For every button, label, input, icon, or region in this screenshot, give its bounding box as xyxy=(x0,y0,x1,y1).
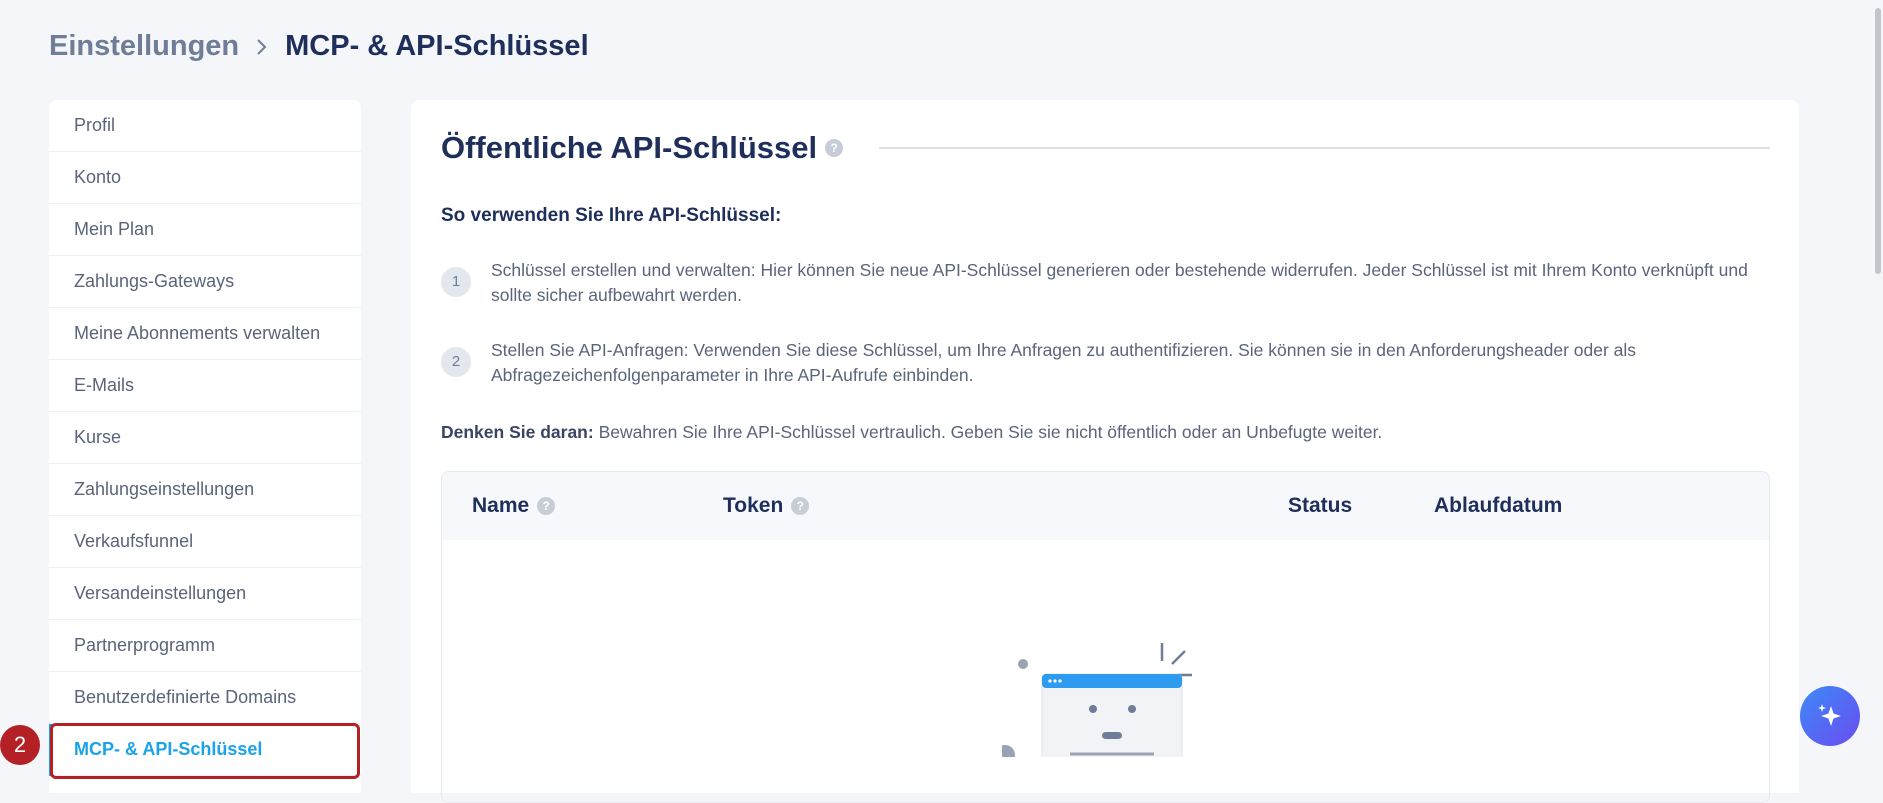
table-header: Name ? Token ? Status Ablaufdatum xyxy=(442,472,1769,540)
chevron-right-icon xyxy=(255,37,269,57)
breadcrumb-settings-link[interactable]: Einstellungen xyxy=(49,30,239,63)
scrollbar-thumb[interactable] xyxy=(1875,8,1881,274)
step-number: 2 xyxy=(441,347,471,377)
divider xyxy=(879,147,1770,149)
sidebar-item-mein-plan[interactable]: Mein Plan xyxy=(49,204,361,256)
annotation-highlight xyxy=(50,723,360,779)
step-number: 1 xyxy=(441,267,471,297)
instruction-step: 1 Schlüssel erstellen und verwalten: Hie… xyxy=(441,258,1771,308)
question-circle-icon[interactable]: ? xyxy=(791,497,810,515)
how-to-heading: So verwenden Sie Ihre API-Schlüssel: xyxy=(441,205,782,226)
column-header-status: Status xyxy=(1288,494,1353,517)
column-header-name: Name ? xyxy=(472,494,556,518)
step-text: Stellen Sie API-Anfragen: Verwenden Sie … xyxy=(491,340,1637,385)
step-text: Schlüssel erstellen und verwalten: Hier … xyxy=(491,260,1748,305)
reminder-text: Bewahren Sie Ihre API-Schlüssel vertraul… xyxy=(593,422,1383,442)
sidebar-item-domains[interactable]: Benutzerdefinierte Domains xyxy=(49,672,361,724)
ai-assistant-button[interactable] xyxy=(1800,686,1860,746)
sidebar-item-zahlungseinstellungen[interactable]: Zahlungseinstellungen xyxy=(49,464,361,516)
sidebar-item-partnerprogramm[interactable]: Partnerprogramm xyxy=(49,620,361,672)
column-header-expiry: Ablaufdatum xyxy=(1434,494,1563,517)
annotation-step-badge: 2 xyxy=(0,725,40,765)
sidebar-item-versandeinstellungen[interactable]: Versandeinstellungen xyxy=(49,568,361,620)
sidebar-item-zahlungs-gateways[interactable]: Zahlungs-Gateways xyxy=(49,256,361,308)
sidebar-item-verkaufsfunnel[interactable]: Verkaufsfunnel xyxy=(49,516,361,568)
column-label: Token xyxy=(723,494,784,517)
api-keys-table: Name ? Token ? Status Ablaufdatum xyxy=(441,471,1770,803)
reminder-note: Denken Sie daran: Bewahren Sie Ihre API-… xyxy=(441,422,1382,443)
reminder-label: Denken Sie daran: xyxy=(441,422,594,442)
sidebar-item-profil[interactable]: Profil xyxy=(49,100,361,152)
section-title: Öffentliche API-Schlüssel xyxy=(441,130,818,165)
question-circle-icon[interactable]: ? xyxy=(537,497,556,515)
instruction-step: 2 Stellen Sie API-Anfragen: Verwenden Si… xyxy=(441,338,1771,388)
sidebar-item-konto[interactable]: Konto xyxy=(49,152,361,204)
sidebar-item-abonnements[interactable]: Meine Abonnements verwalten xyxy=(49,308,361,360)
column-label: Name xyxy=(472,494,530,517)
question-circle-icon[interactable]: ? xyxy=(825,139,844,157)
sparkles-icon xyxy=(1818,704,1841,726)
sidebar-item-kurse[interactable]: Kurse xyxy=(49,412,361,464)
sidebar-item-emails[interactable]: E-Mails xyxy=(49,360,361,412)
empty-document-illustration xyxy=(1002,643,1192,757)
column-header-token: Token ? xyxy=(723,494,810,518)
settings-sidebar: Profil Konto Mein Plan Zahlungs-Gateways… xyxy=(49,100,361,793)
breadcrumb: Einstellungen MCP- & API-Schlüssel xyxy=(49,30,589,63)
page-title: MCP- & API-Schlüssel xyxy=(285,30,589,62)
api-keys-panel: Öffentliche API-Schlüssel ? So verwenden… xyxy=(411,100,1799,803)
page-scrollbar[interactable] xyxy=(1873,0,1883,793)
section-header: Öffentliche API-Schlüssel ? xyxy=(441,130,1770,166)
